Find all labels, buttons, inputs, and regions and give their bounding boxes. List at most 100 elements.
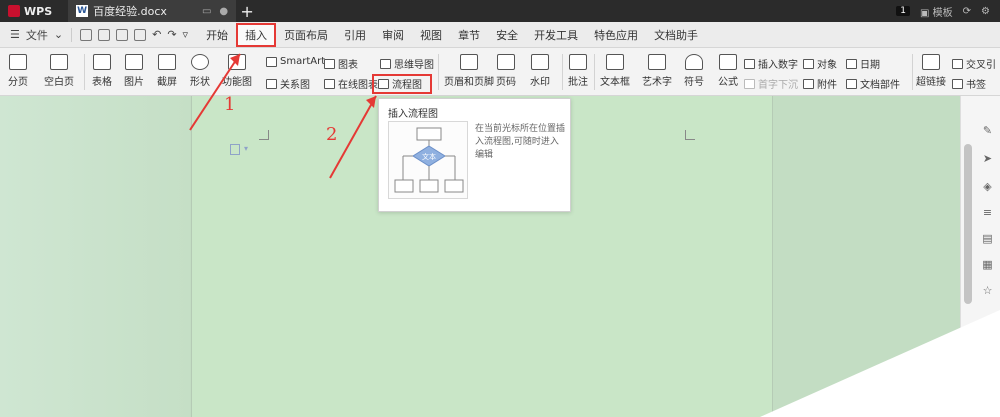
print-icon[interactable] [116, 28, 129, 41]
template-label: 模板 [932, 7, 953, 19]
comment-button[interactable]: 批注 [568, 54, 588, 88]
symbol-button[interactable]: 符号 [684, 54, 704, 88]
new-tab-button[interactable]: + [236, 0, 258, 22]
screenshot-label: 截屏 [157, 77, 177, 88]
wordart-button[interactable]: 艺术字 [642, 54, 672, 88]
file-menu[interactable]: 文件 [26, 27, 48, 43]
doc-parts-icon [846, 78, 857, 89]
annotation-step-2: 2 [326, 124, 338, 145]
table-icon [93, 54, 111, 70]
tab-view[interactable]: 视图 [412, 24, 450, 46]
pi-icon [719, 54, 737, 70]
refresh-icon[interactable]: ⟳ [963, 6, 971, 17]
blank-page-button[interactable]: 空白页 [44, 54, 74, 88]
picture-label: 图片 [124, 77, 144, 88]
word-doc-icon: W [76, 5, 89, 17]
object-label: 对象 [817, 60, 837, 71]
first-drop-button[interactable]: 首字下沉 [744, 76, 798, 91]
chevron-down-icon[interactable]: ⌄ [54, 28, 63, 41]
tab-dot-icon[interactable]: ● [219, 6, 228, 17]
star-icon[interactable]: ☆ [981, 284, 994, 297]
relation-chart-label: 关系图 [280, 80, 310, 91]
style-icon[interactable]: ◈ [981, 180, 994, 193]
flowchart-tooltip: 插入流程图 文本 在当前光标所在位置插入流程图,可随时进入编辑 [378, 98, 571, 212]
picture-button[interactable]: 图片 [124, 54, 144, 88]
date-label: 日期 [860, 60, 880, 71]
bookmark-icon [952, 78, 963, 89]
screenshot-button[interactable]: 截屏 [157, 54, 177, 88]
tab-insert[interactable]: 插入 [236, 22, 277, 47]
cursor-icon[interactable]: ➤ [981, 152, 994, 165]
paragraph-icon[interactable] [230, 144, 240, 155]
cross-ref-button[interactable]: 交叉引 [952, 56, 996, 71]
function-chart-button[interactable]: 功能图 [222, 54, 252, 88]
tab-security[interactable]: 安全 [488, 24, 526, 46]
textbox-button[interactable]: 文本框 [600, 54, 630, 88]
ribbon-toolbar: 分页 空白页 表格 图片 截屏 形状 功能图 SmartArt 关系图 图表 在… [0, 48, 1000, 96]
page-break-button[interactable]: 分页 [8, 54, 28, 88]
tab-section[interactable]: 章节 [450, 24, 488, 46]
save-icon[interactable] [80, 28, 93, 41]
tab-doc-assistant[interactable]: 文档助手 [646, 24, 706, 46]
preview-icon[interactable] [134, 28, 147, 41]
undo-icon[interactable]: ↶ [152, 28, 161, 41]
table-button[interactable]: 表格 [92, 54, 112, 88]
header-footer-button[interactable]: 页眉和页脚 [444, 54, 494, 88]
ribbon-tabs: 开始 插入 页面布局 引用 审阅 视图 章节 安全 开发工具 特色应用 文档助手 [198, 22, 706, 47]
tab-home[interactable]: 开始 [198, 24, 236, 46]
insert-number-button[interactable]: 插入数字 [744, 56, 798, 71]
app-name: WPS [24, 4, 53, 18]
date-button[interactable]: 日期 [846, 56, 880, 71]
settings-sliders-icon[interactable]: ≡ [981, 206, 994, 219]
export-icon[interactable] [98, 28, 111, 41]
mind-map-button[interactable]: 思维导图 [380, 56, 434, 71]
annotation-step-1: 1 [224, 94, 236, 115]
hyperlink-button[interactable]: 超链接 [916, 54, 946, 88]
flowchart-highlight [372, 74, 432, 94]
header-footer-label: 页眉和页脚 [444, 77, 494, 88]
function-chart-label: 功能图 [222, 77, 252, 88]
attachment-label: 附件 [817, 80, 837, 91]
online-chart-button[interactable]: 在线图表 [324, 76, 378, 91]
smartart-label: SmartArt [280, 56, 326, 67]
first-drop-icon [744, 78, 755, 89]
mind-map-label: 思维导图 [394, 60, 434, 71]
watermark-button[interactable]: 水印 [530, 54, 550, 88]
formula-button[interactable]: 公式 [718, 54, 738, 88]
shape-button[interactable]: 形状 [190, 54, 210, 88]
template-button[interactable]: ▣ 模板 [920, 4, 953, 19]
tab-review[interactable]: 审阅 [374, 24, 412, 46]
tab-references[interactable]: 引用 [336, 24, 374, 46]
hamburger-icon[interactable]: ☰ [10, 28, 20, 41]
picture-icon [125, 54, 143, 70]
caret-down-icon[interactable]: ▾ [244, 144, 248, 153]
gallery-icon[interactable]: ▦ [981, 258, 994, 271]
formula-label: 公式 [718, 77, 738, 88]
tab-developer[interactable]: 开发工具 [526, 24, 586, 46]
preview-node-label: 文本 [422, 152, 436, 161]
wps-logo[interactable]: WPS [0, 0, 60, 22]
chart-button[interactable]: 图表 [324, 56, 358, 71]
link-icon [922, 54, 940, 70]
customize-icon[interactable]: ▿ [183, 28, 189, 41]
format-icon[interactable]: ▤ [981, 232, 994, 245]
cross-ref-icon [952, 58, 963, 69]
attachment-button[interactable]: 附件 [803, 76, 837, 91]
first-drop-label: 首字下沉 [758, 80, 798, 91]
table-label: 表格 [92, 77, 112, 88]
monitor-icon[interactable]: ▭ [202, 6, 211, 17]
relation-chart-button[interactable]: 关系图 [266, 76, 310, 91]
vertical-scrollbar[interactable] [964, 144, 972, 304]
page-number-button[interactable]: 页码 [496, 54, 516, 88]
textbox-label: 文本框 [600, 77, 630, 88]
object-button[interactable]: 对象 [803, 56, 837, 71]
settings-icon[interactable]: ⚙ [981, 6, 990, 17]
doc-parts-button[interactable]: 文档部件 [846, 76, 900, 91]
smartart-button[interactable]: SmartArt [266, 56, 325, 67]
tab-page-layout[interactable]: 页面布局 [276, 24, 336, 46]
bookmark-button[interactable]: 书签 [952, 76, 986, 91]
tab-special[interactable]: 特色应用 [586, 24, 646, 46]
edit-icon[interactable]: ✎ [981, 124, 994, 137]
document-tab[interactable]: W 百度经验.docx ▭ ● [68, 0, 237, 22]
redo-icon[interactable]: ↷ [167, 28, 176, 41]
